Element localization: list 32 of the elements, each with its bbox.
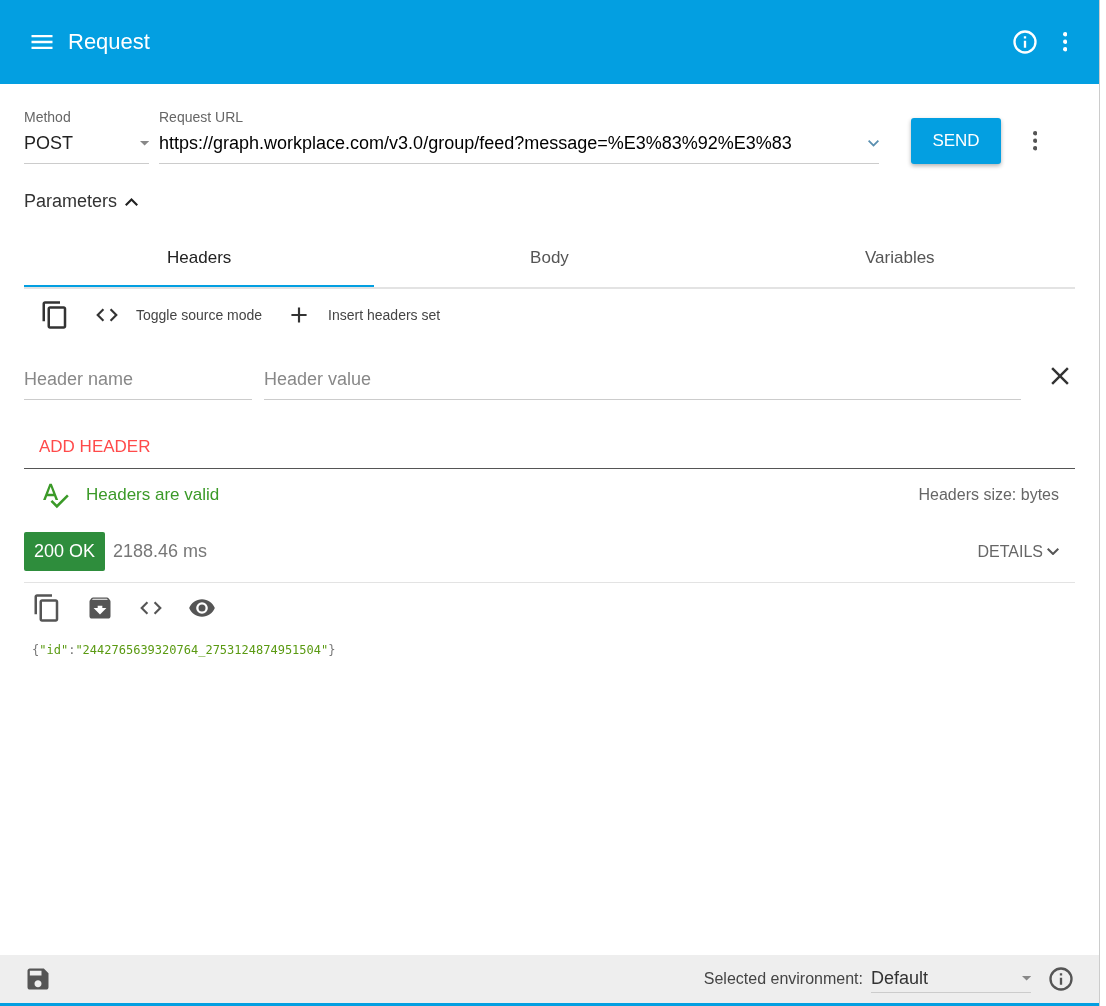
more-icon	[1062, 32, 1067, 52]
environment-label: Selected environment:	[703, 969, 863, 989]
more-options-button[interactable]	[1033, 131, 1038, 151]
chevron-down-icon	[868, 140, 879, 147]
details-button[interactable]: DETAILS	[977, 539, 1059, 564]
response-json: {"id":"2442765639320764_2753124874951504"}	[31, 642, 337, 659]
more-icon	[1033, 131, 1038, 151]
tab[interactable]: Variables	[724, 231, 1075, 287]
environment-dropdown[interactable]: Default	[871, 965, 1031, 993]
caret-icon	[1021, 976, 1031, 981]
chevron-down-icon	[1047, 547, 1059, 556]
info-icon	[1047, 965, 1075, 993]
info-icon	[1010, 28, 1039, 56]
tab[interactable]: Body	[374, 231, 725, 287]
field-label: Method	[24, 108, 72, 127]
tab[interactable]: Headers	[24, 231, 375, 287]
insert-headers-button[interactable]: Insert headers set	[286, 302, 441, 328]
info-button[interactable]	[1047, 965, 1075, 993]
headers-size-text: Headers size: bytes	[918, 485, 1059, 505]
field-label: Request URL	[159, 108, 245, 127]
header-value-field[interactable]: Header value	[264, 364, 1021, 400]
info-button[interactable]	[1010, 28, 1039, 56]
status-badge: 200 OK	[24, 532, 106, 571]
parameters-toggle[interactable]: Parameters	[24, 188, 139, 215]
caret-icon	[139, 141, 149, 146]
app-title: Request	[68, 28, 150, 56]
response-time: 2188.46 ms	[113, 540, 208, 563]
source-mode-button[interactable]: Toggle source mode	[94, 302, 263, 328]
method-dropdown[interactable]: POST	[24, 128, 149, 164]
validation-message: Headers are valid	[86, 484, 220, 507]
header-name-field[interactable]: Header name	[24, 364, 252, 400]
chevron-up-icon	[125, 197, 139, 206]
